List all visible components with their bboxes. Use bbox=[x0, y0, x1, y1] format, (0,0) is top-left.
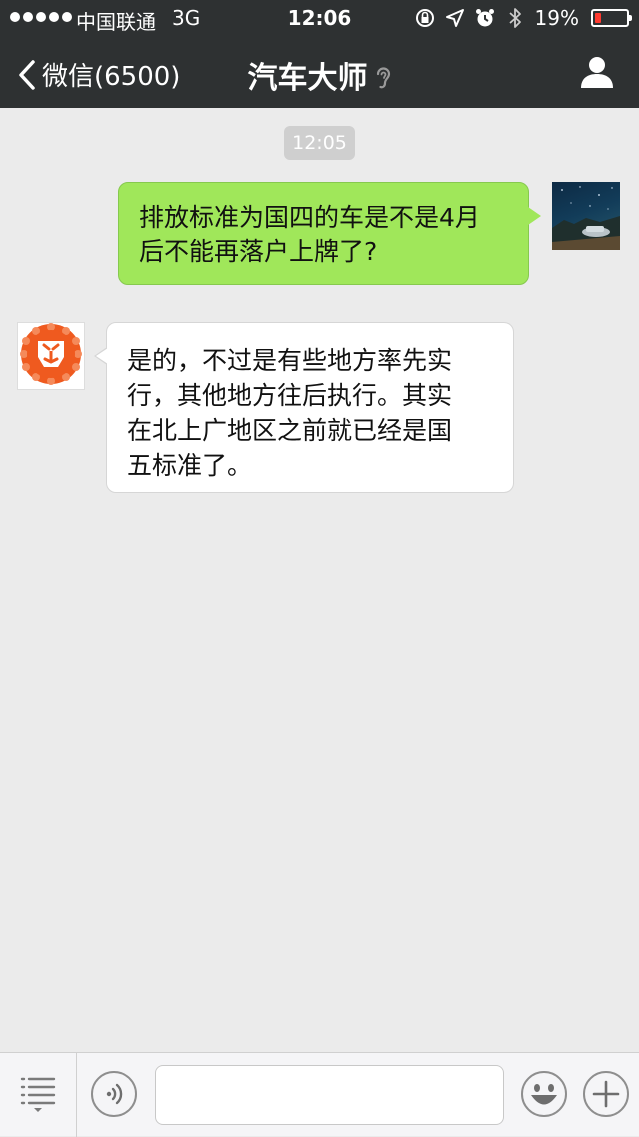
navigation-bar: 微信(6500) 汽车大师 bbox=[0, 36, 639, 108]
battery-icon bbox=[591, 9, 632, 27]
orientation-lock-icon bbox=[415, 7, 435, 29]
avatar[interactable] bbox=[552, 182, 620, 250]
voice-button[interactable] bbox=[90, 1070, 138, 1118]
voice-icon bbox=[90, 1071, 138, 1122]
status-bar: 中国联通 3G 12:06 19% bbox=[0, 0, 639, 36]
input-bar bbox=[0, 1052, 639, 1137]
lion-logo-icon bbox=[20, 323, 82, 389]
message-line: 行，其他地方往后执行。其实 bbox=[127, 381, 453, 410]
avatar[interactable] bbox=[17, 322, 85, 390]
person-icon bbox=[579, 57, 615, 94]
outgoing-message[interactable]: 排放标准为国四的车是不是4月 后不能再落户上牌了? bbox=[118, 182, 541, 285]
menu-list-icon bbox=[18, 1073, 58, 1117]
title-area: 汽车大师 bbox=[0, 53, 639, 97]
more-button[interactable] bbox=[582, 1070, 630, 1118]
emoji-button[interactable] bbox=[520, 1070, 568, 1118]
message-line: 五标准了。 bbox=[127, 451, 253, 480]
menu-toggle-button[interactable] bbox=[0, 1053, 77, 1137]
emoji-icon bbox=[520, 1071, 568, 1122]
bluetooth-icon bbox=[505, 7, 525, 29]
chat-info-button[interactable] bbox=[579, 54, 615, 90]
status-icons: 19% bbox=[415, 6, 632, 30]
battery-percent: 19% bbox=[534, 6, 579, 30]
message-line: 排放标准为国四的车是不是4月 bbox=[139, 203, 480, 232]
timestamp-badge: 12:05 bbox=[284, 126, 355, 160]
ear-icon bbox=[374, 65, 392, 91]
message-line: 后不能再落户上牌了? bbox=[139, 237, 378, 266]
incoming-message[interactable]: 是的，不过是有些地方率先实 行，其他地方往后执行。其实 在北上广地区之前就已经是… bbox=[94, 322, 514, 493]
message-line: 是的，不过是有些地方率先实 bbox=[127, 346, 453, 375]
plus-icon bbox=[582, 1071, 630, 1122]
message-input[interactable] bbox=[155, 1065, 504, 1125]
message-line: 在北上广地区之前就已经是国 bbox=[127, 416, 453, 445]
location-arrow-icon bbox=[445, 7, 465, 29]
alarm-icon bbox=[475, 7, 495, 29]
top-bar: 中国联通 3G 12:06 19% 微信(6500) 汽车大师 bbox=[0, 0, 639, 108]
battery-level-fill bbox=[595, 13, 601, 23]
page-title: 汽车大师 bbox=[247, 61, 368, 96]
